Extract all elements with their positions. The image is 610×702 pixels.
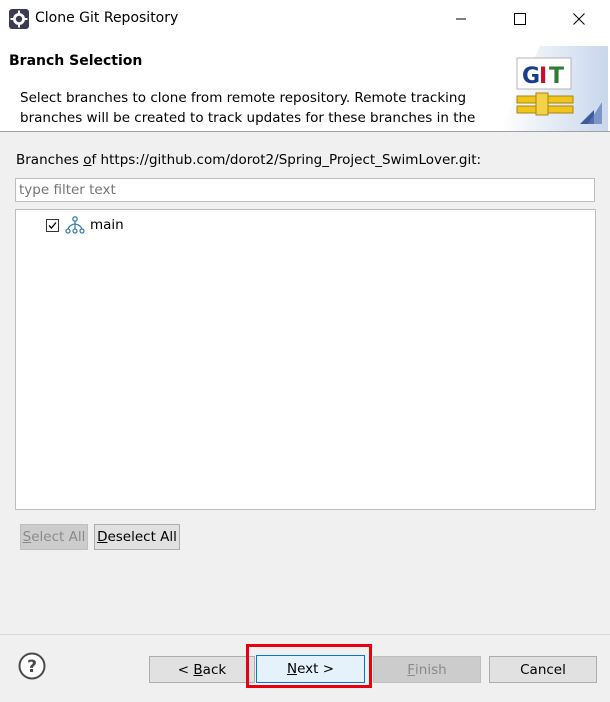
window-title: Clone Git Repository bbox=[35, 10, 179, 26]
back-button[interactable]: < Back bbox=[149, 656, 255, 683]
svg-text:G: G bbox=[522, 64, 540, 89]
next-button-highlight bbox=[246, 644, 372, 688]
close-icon bbox=[573, 13, 585, 25]
finish-button[interactable]: Finish bbox=[373, 656, 481, 683]
minimize-icon bbox=[456, 18, 466, 20]
cancel-button[interactable]: Cancel bbox=[489, 656, 597, 683]
branch-tree[interactable]: main bbox=[15, 209, 596, 510]
git-logo-icon: G I T bbox=[500, 46, 608, 131]
git-branch-icon bbox=[65, 216, 85, 234]
wizard-banner: Branch Selection Select branches to clon… bbox=[0, 38, 610, 131]
tree-item-main[interactable]: main bbox=[46, 215, 124, 235]
branches-label: Branches of https://github.com/dorot2/Sp… bbox=[16, 152, 482, 168]
select-all-button[interactable]: Select All bbox=[20, 524, 88, 550]
footer-divider bbox=[0, 634, 610, 635]
page-title: Branch Selection bbox=[9, 53, 143, 69]
banner-divider bbox=[0, 131, 610, 132]
title-bar: Clone Git Repository bbox=[0, 0, 610, 38]
svg-text:?: ? bbox=[27, 657, 37, 677]
svg-text:T: T bbox=[549, 64, 564, 89]
close-button[interactable] bbox=[556, 0, 602, 38]
deselect-all-button[interactable]: Deselect All bbox=[94, 524, 180, 550]
page-description: Select branches to clone from remote rep… bbox=[20, 90, 476, 126]
maximize-icon bbox=[514, 13, 526, 25]
maximize-button[interactable] bbox=[497, 0, 543, 38]
branch-checkbox[interactable] bbox=[46, 218, 59, 232]
branch-filter-input[interactable] bbox=[15, 178, 595, 202]
eclipse-gear-icon bbox=[9, 9, 29, 29]
checkmark-icon bbox=[48, 221, 57, 229]
svg-text:I: I bbox=[539, 64, 547, 89]
help-icon[interactable]: ? bbox=[18, 652, 46, 680]
branch-name: main bbox=[90, 217, 124, 233]
minimize-button[interactable] bbox=[438, 0, 484, 38]
